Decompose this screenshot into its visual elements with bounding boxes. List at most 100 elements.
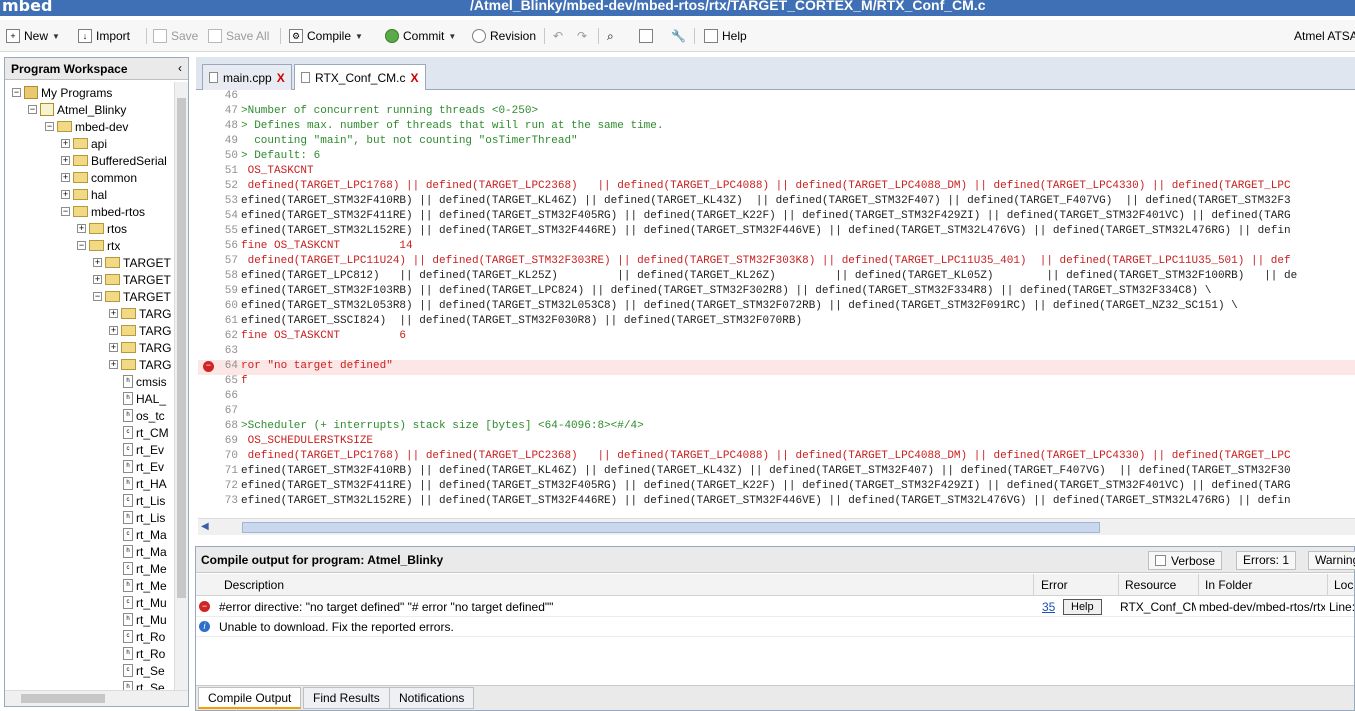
code-line[interactable]: 68 >Scheduler (+ interrupts) stack size [… — [198, 420, 1355, 435]
expand-icon[interactable]: + — [93, 275, 102, 284]
tab-rtx-conf-cm-c[interactable]: RTX_Conf_CM.c X — [294, 64, 426, 90]
new-button[interactable]: + New ▼ — [6, 28, 60, 44]
code-line-error[interactable]: −64 ror "no target defined" — [198, 360, 1355, 375]
find-button[interactable]: ⌕ — [607, 28, 614, 44]
output-row-info[interactable]: i Unable to download. Fix the reported e… — [196, 617, 1354, 637]
scrollbar-thumb[interactable] — [177, 98, 186, 598]
code-line[interactable]: 51 OS_TASKCNT — [198, 165, 1355, 180]
collapse-icon[interactable]: − — [28, 105, 37, 114]
tree-item-file[interactable]: h os_tc — [123, 407, 165, 424]
collapse-icon[interactable]: − — [45, 122, 54, 131]
chevron-down-icon[interactable]: ▼ — [52, 32, 60, 41]
expand-icon[interactable]: + — [61, 190, 70, 199]
compile-button[interactable]: ⚙ Compile ▼ — [289, 28, 363, 44]
error-marker-icon[interactable]: − — [203, 361, 214, 372]
column-divider[interactable] — [1118, 574, 1119, 596]
code-line[interactable]: 73 efined(TARGET_STM32L152RE) || defined(… — [198, 495, 1355, 510]
collapse-icon[interactable]: − — [61, 207, 70, 216]
code-line[interactable]: 70 defined(TARGET_LPC1768) || defined(TA… — [198, 450, 1355, 465]
code-line[interactable]: 54 efined(TARGET_STM32F411RE) || defined(… — [198, 210, 1355, 225]
code-line[interactable]: 65 f — [198, 375, 1355, 390]
tree-item-file[interactable]: h rt_Ro — [123, 645, 165, 662]
code-line[interactable]: 48 > Defines max. number of threads that … — [198, 120, 1355, 135]
tree-item-target[interactable]: + TARGET — [93, 271, 171, 288]
chevron-down-icon[interactable]: ▼ — [355, 32, 363, 41]
code-line[interactable]: 56 fine OS_TASKCNT 14 — [198, 240, 1355, 255]
tree-item-file[interactable]: c rt_Ro — [123, 628, 165, 645]
tree-item-targ[interactable]: + TARG — [109, 305, 171, 322]
tree-item-file[interactable]: h rt_Ev — [123, 458, 164, 475]
tree-item-file[interactable]: h rt_Lis — [123, 509, 165, 526]
scrollbar-thumb[interactable] — [242, 522, 1100, 533]
code-line[interactable]: 50 > Default: 6 — [198, 150, 1355, 165]
code-editor[interactable]: 46 47 >Number of concurrent running thread… — [198, 90, 1355, 518]
code-line[interactable]: 52 defined(TARGET_LPC1768) || defined(TA… — [198, 180, 1355, 195]
scroll-left-icon[interactable]: ◀ — [201, 521, 209, 532]
tree-item-common[interactable]: + common — [61, 169, 137, 186]
column-in-folder[interactable]: In Folder — [1205, 578, 1252, 592]
errors-count[interactable]: Errors: 1 — [1236, 551, 1297, 570]
code-line[interactable]: 62 fine OS_TASKCNT 6 — [198, 330, 1355, 345]
code-line[interactable]: 67 — [198, 405, 1355, 420]
close-icon[interactable]: X — [410, 71, 418, 85]
tree-item-file[interactable]: c rt_CM — [123, 424, 169, 441]
expand-icon[interactable]: + — [61, 173, 70, 182]
code-line[interactable]: 55 efined(TARGET_STM32L152RE) || defined(… — [198, 225, 1355, 240]
column-description[interactable]: Description — [224, 578, 284, 592]
code-line[interactable]: 66 — [198, 390, 1355, 405]
collapse-icon[interactable]: − — [12, 88, 21, 97]
expand-icon[interactable]: + — [109, 343, 118, 352]
column-error[interactable]: Error — [1041, 578, 1068, 592]
workspace-vertical-scrollbar[interactable] — [174, 82, 188, 690]
code-line[interactable]: 47 >Number of concurrent running threads … — [198, 105, 1355, 120]
code-line[interactable]: 61 efined(TARGET_SSCI824) || defined(TARG… — [198, 315, 1355, 330]
tree-item-rtx[interactable]: − rtx — [77, 237, 120, 254]
expand-icon[interactable]: + — [109, 309, 118, 318]
tree-item-target-cortex-m[interactable]: − TARGET — [93, 288, 171, 305]
code-line[interactable]: 53 efined(TARGET_STM32F410RB) || defined(… — [198, 195, 1355, 210]
column-divider[interactable] — [1033, 574, 1034, 596]
save-all-button[interactable]: Save All — [208, 28, 269, 44]
chevron-down-icon[interactable]: ▼ — [448, 32, 456, 41]
code-line[interactable]: 49 counting "main", but not counting "os… — [198, 135, 1355, 150]
tree-item-targ[interactable]: + TARG — [109, 339, 171, 356]
tab-notifications[interactable]: Notifications — [389, 687, 475, 709]
tab-compile-output[interactable]: Compile Output — [198, 687, 302, 709]
tree-item-file[interactable]: h rt_Se — [123, 679, 165, 690]
redo-button[interactable]: ↷ — [577, 28, 587, 44]
library-button[interactable] — [639, 28, 653, 44]
scrollbar-thumb[interactable] — [21, 694, 105, 703]
collapse-icon[interactable]: − — [93, 292, 102, 301]
code-line[interactable]: 58 efined(TARGET_LPC812) || defined(TARGE… — [198, 270, 1355, 285]
tree-item-file[interactable]: h cmsis — [123, 373, 167, 390]
tree-item-targ[interactable]: + TARG — [109, 322, 171, 339]
close-icon[interactable]: X — [277, 71, 285, 85]
error-help-button[interactable]: Help — [1063, 599, 1102, 615]
code-line[interactable]: 59 efined(TARGET_STM32F103RB) || defined(… — [198, 285, 1355, 300]
tree-item-target[interactable]: + TARGET — [93, 254, 171, 271]
tree-item-rtos[interactable]: + rtos — [77, 220, 127, 237]
expand-icon[interactable]: + — [77, 224, 86, 233]
code-line[interactable]: 60 efined(TARGET_STM32L053R8) || defined(… — [198, 300, 1355, 315]
tab-main-cpp[interactable]: main.cpp X — [202, 64, 292, 90]
tab-find-results[interactable]: Find Results — [303, 687, 390, 709]
column-divider[interactable] — [1327, 574, 1328, 596]
tree-item-file[interactable]: c rt_Ev — [123, 441, 164, 458]
tree-item-mbed-dev[interactable]: − mbed-dev — [45, 118, 128, 135]
import-button[interactable]: ↓ Import — [78, 28, 130, 44]
tree-item-file[interactable]: c rt_Se — [123, 662, 165, 679]
tree-item-file[interactable]: h rt_Mu — [123, 611, 167, 628]
expand-icon[interactable]: + — [109, 326, 118, 335]
code-line[interactable]: 46 — [198, 90, 1355, 105]
tree-item-file[interactable]: h rt_Ma — [123, 543, 167, 560]
revision-button[interactable]: Revision — [472, 28, 536, 44]
output-row-error[interactable]: − #error directive: "no target defined" … — [196, 597, 1354, 617]
tree-item-file[interactable]: c rt_Lis — [123, 492, 165, 509]
user-target-label[interactable]: Atmel ATSA — [1294, 28, 1355, 44]
collapse-panel-icon[interactable]: ‹ — [178, 61, 182, 75]
tree-item-mbed-rtos[interactable]: − mbed-rtos — [61, 203, 145, 220]
undo-button[interactable]: ↶ — [553, 28, 563, 44]
tree-item-file[interactable]: h rt_Me — [123, 577, 167, 594]
warnings-count[interactable]: Warnings: 0 — [1308, 551, 1355, 570]
collapse-icon[interactable]: − — [77, 241, 86, 250]
